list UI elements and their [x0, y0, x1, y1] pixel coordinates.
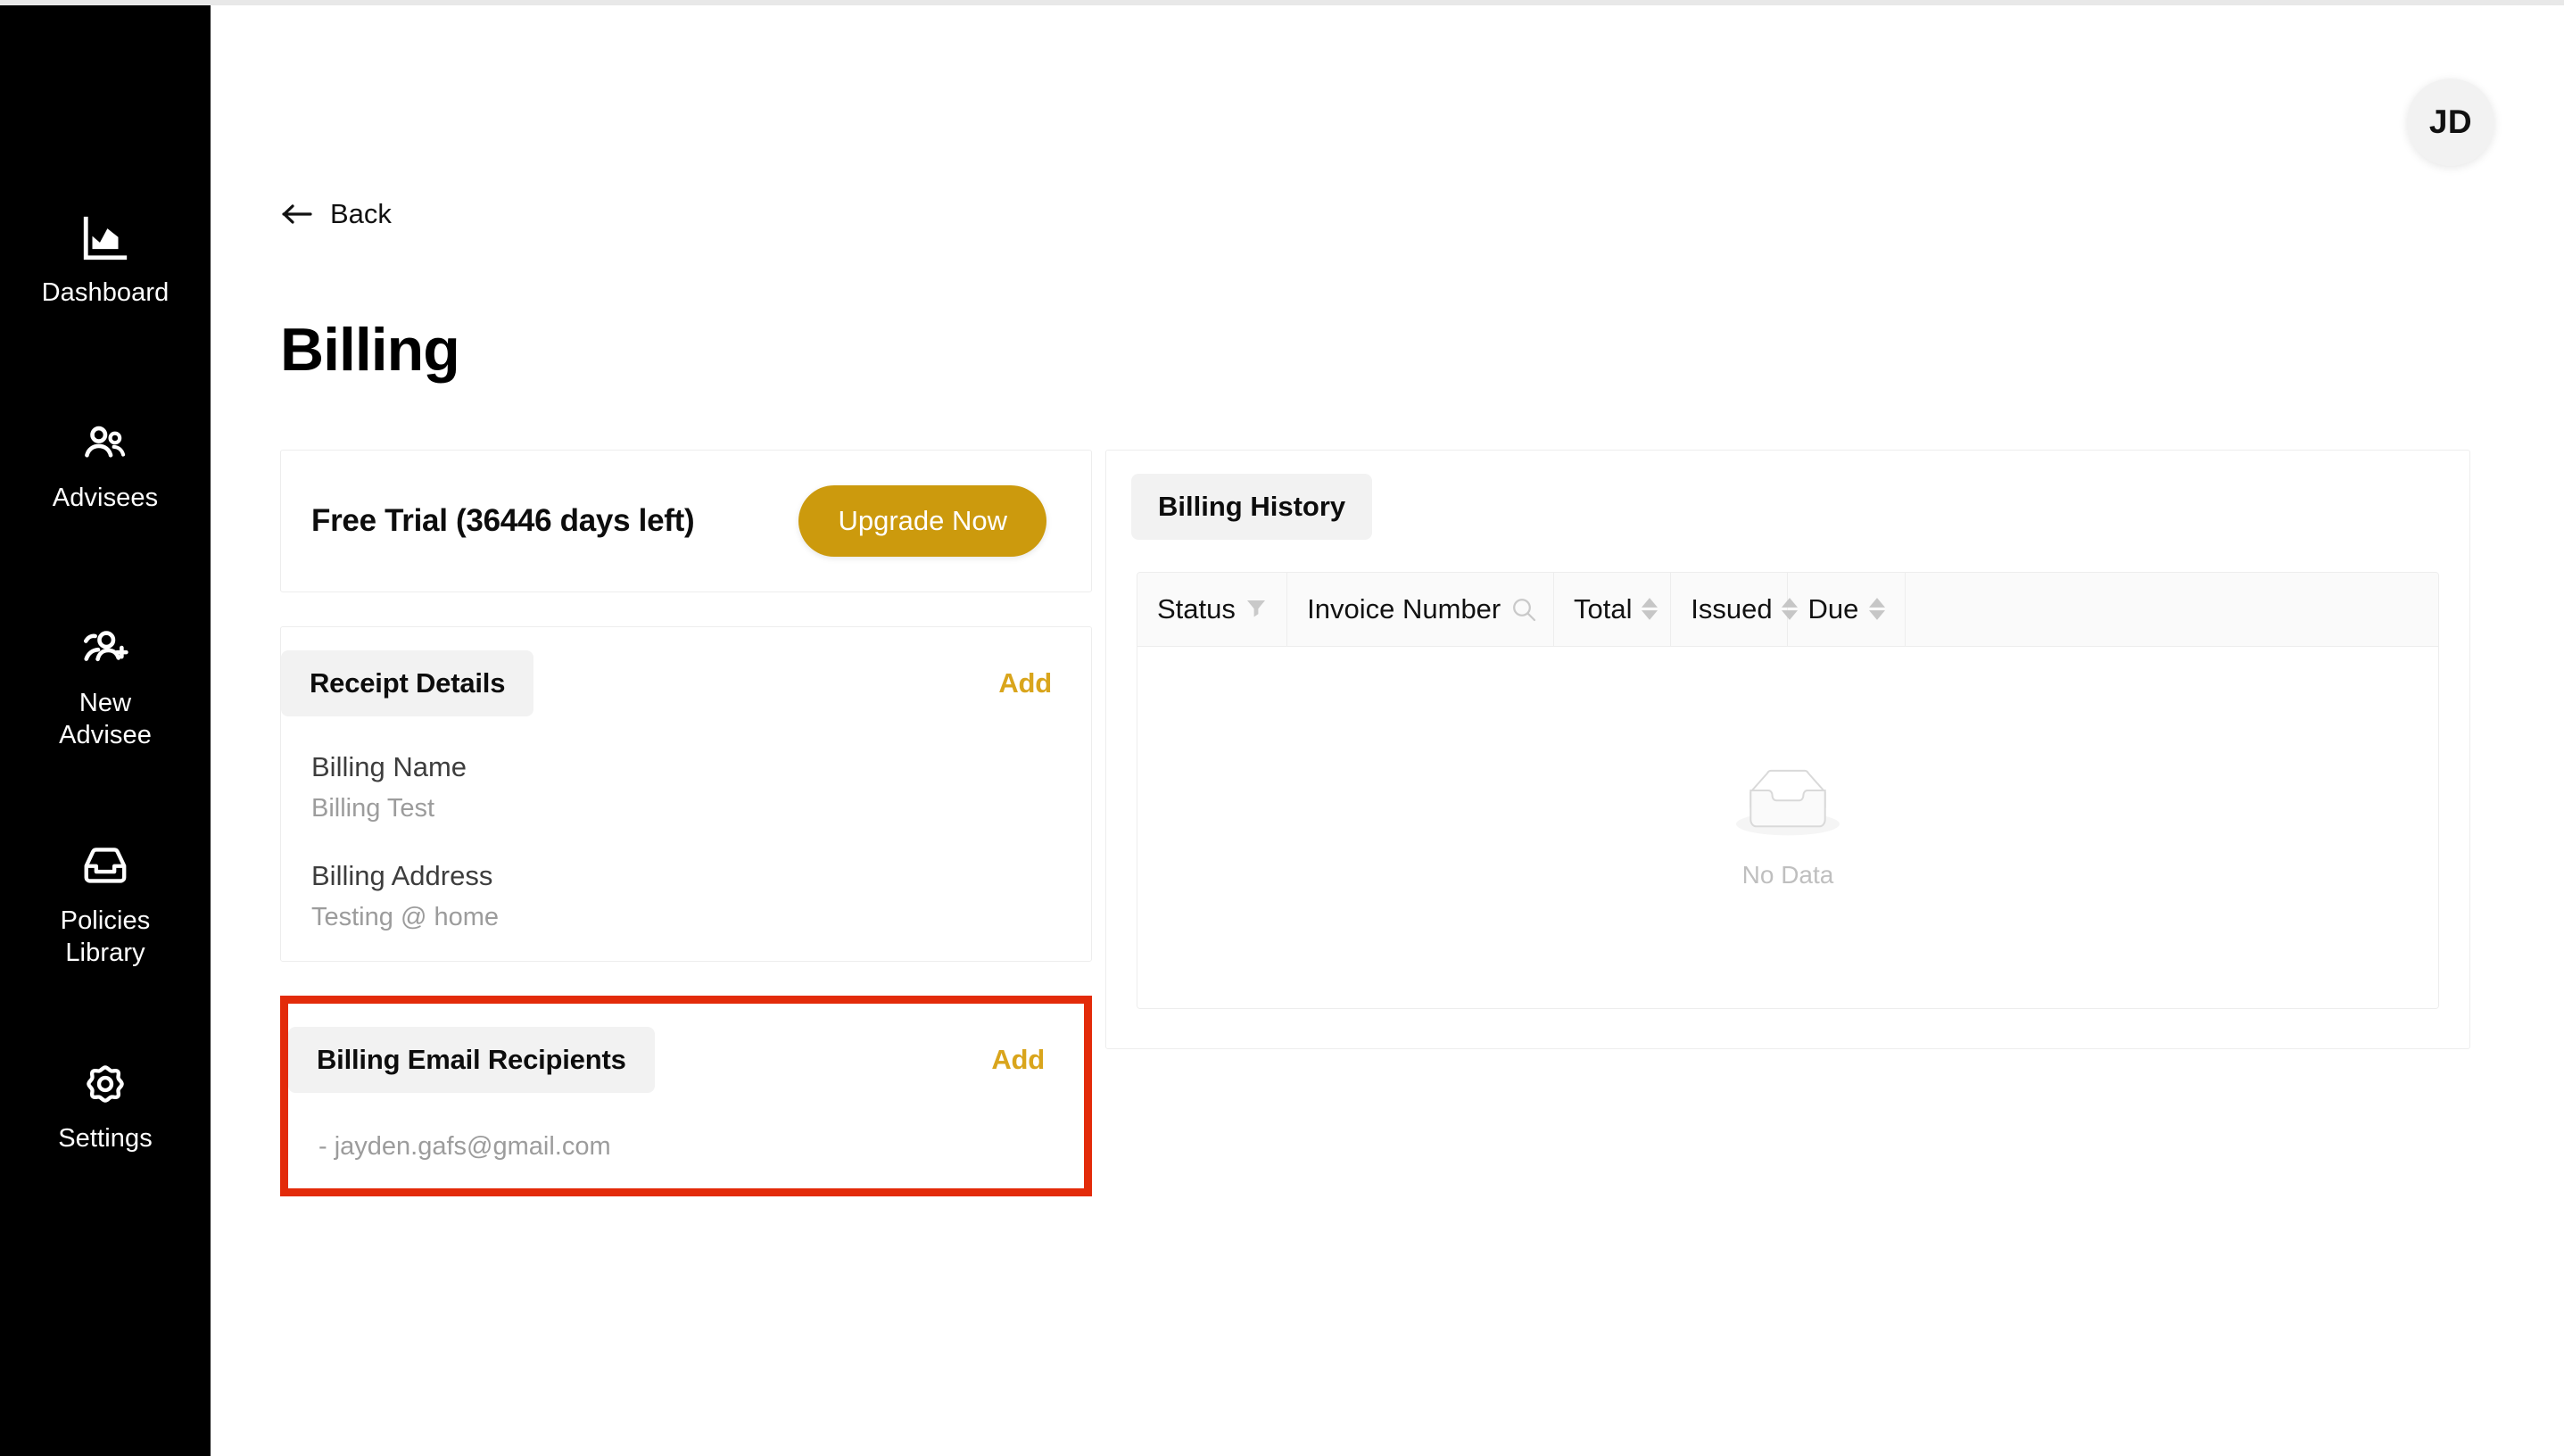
- billing-name-field: Billing Name Billing Test: [281, 750, 1091, 825]
- sidebar-item-label-line2: Library: [65, 939, 145, 967]
- billing-history-card: Billing History Status Invoice Number To…: [1105, 450, 2470, 1049]
- search-icon[interactable]: [1509, 595, 1538, 624]
- field-value: Testing @ home: [311, 903, 499, 931]
- empty-state-text: No Data: [1741, 860, 1834, 889]
- sidebar-nav: Dashboard Advisees New Advisee Policies …: [0, 5, 211, 1456]
- column-header-spacer: [1905, 573, 2438, 647]
- billing-history-table-wrapper: Status Invoice Number Total Issued Due N…: [1137, 572, 2439, 1009]
- billing-address-field: Billing Address Testing @ home: [281, 859, 1091, 934]
- sidebar-item-new-advisee[interactable]: New Advisee: [0, 623, 211, 751]
- field-value: Billing Test: [311, 794, 435, 823]
- sidebar-item-label-line2: Advisee: [59, 721, 152, 749]
- add-receipt-details-link[interactable]: Add: [998, 667, 1052, 699]
- sidebar-item-label: Dashboard: [41, 278, 170, 307]
- app-root: Dashboard Advisees New Advisee Policies …: [0, 0, 2564, 1456]
- empty-state: No Data: [1137, 765, 2438, 889]
- receipt-details-header: Receipt Details Add: [281, 650, 1091, 716]
- free-trial-card: Free Trial (36446 days left) Upgrade Now: [280, 450, 1092, 592]
- highlight-box: Billing Email Recipients Add - jayden.ga…: [280, 996, 1092, 1196]
- avatar-initials: JD: [2428, 103, 2473, 140]
- column-header-total[interactable]: Total: [1553, 573, 1672, 647]
- person-add-icon: [79, 623, 131, 674]
- filter-icon[interactable]: [1245, 598, 1267, 621]
- sort-icon[interactable]: [1781, 598, 1798, 621]
- sidebar-item-dashboard[interactable]: Dashboard: [0, 212, 211, 309]
- column-label: Total: [1574, 592, 1633, 625]
- receipt-details-title: Receipt Details: [281, 650, 534, 716]
- field-label: Billing Name: [311, 751, 467, 782]
- table-head: Status Invoice Number Total Issued Due: [1137, 573, 2438, 647]
- sidebar-item-policies-library[interactable]: Policies Library: [0, 840, 211, 969]
- sidebar-item-label-line1: New: [79, 689, 132, 717]
- billing-email-recipients-card: Billing Email Recipients Add - jayden.ga…: [288, 1027, 1084, 1188]
- arrow-left-icon: [282, 203, 314, 226]
- sort-icon[interactable]: [1641, 598, 1658, 621]
- table-empty-row: No Data: [1137, 646, 2438, 1008]
- sort-icon[interactable]: [1868, 598, 1885, 621]
- receipt-details-card: Receipt Details Add Billing Name Billing…: [280, 626, 1092, 962]
- column-header-invoice-number[interactable]: Invoice Number: [1286, 573, 1555, 647]
- billing-history-header: Billing History: [1106, 451, 2469, 540]
- column-label: Issued: [1691, 592, 1773, 625]
- back-label: Back: [330, 198, 392, 229]
- table-header-row: Status Invoice Number Total Issued Due: [1137, 573, 2438, 647]
- billing-history-title: Billing History: [1131, 474, 1373, 540]
- column-header-issued[interactable]: Issued: [1670, 573, 1798, 647]
- add-billing-email-recipient-link[interactable]: Add: [991, 1044, 1045, 1076]
- billing-email-recipients-header: Billing Email Recipients Add: [288, 1027, 1084, 1093]
- avatar[interactable]: JD: [2407, 79, 2494, 166]
- billing-history-table: Status Invoice Number Total Issued Due N…: [1137, 573, 2438, 1008]
- inbox-icon: [79, 840, 131, 892]
- sidebar-item-advisees[interactable]: Advisees: [0, 418, 211, 514]
- column-label: Due: [1807, 592, 1859, 625]
- chart-icon: [79, 212, 131, 264]
- free-trial-text: Free Trial (36446 days left): [311, 503, 695, 538]
- column-header-due[interactable]: Due: [1787, 573, 1906, 647]
- billing-right-column: Billing History Status Invoice Number To…: [1105, 450, 2470, 1049]
- list-item: - jayden.gafs@gmail.com: [318, 1132, 611, 1161]
- main-content: JD Back Billing Free Trial (36446 days l…: [211, 5, 2564, 1456]
- field-label: Billing Address: [311, 860, 493, 891]
- column-label: Status: [1157, 592, 1236, 625]
- sidebar-item-label-line1: Policies: [60, 906, 151, 935]
- table-body: No Data: [1137, 646, 2438, 1008]
- billing-left-column: Free Trial (36446 days left) Upgrade Now…: [280, 450, 1092, 1196]
- people-icon: [79, 418, 131, 469]
- empty-state-cell: No Data: [1137, 646, 2438, 1008]
- sidebar-item-settings[interactable]: Settings: [0, 1058, 211, 1154]
- upgrade-now-button[interactable]: Upgrade Now: [798, 485, 1046, 557]
- column-label: Invoice Number: [1307, 592, 1501, 625]
- sidebar-item-label: Advisees: [52, 484, 159, 512]
- billing-email-recipients-title: Billing Email Recipients: [288, 1027, 655, 1093]
- gear-icon: [79, 1058, 131, 1110]
- back-button[interactable]: Back: [282, 200, 392, 228]
- page-title: Billing: [280, 316, 460, 384]
- sidebar-item-label: Settings: [58, 1124, 153, 1153]
- empty-box-icon: [1736, 765, 1840, 847]
- column-header-status[interactable]: Status: [1137, 573, 1288, 647]
